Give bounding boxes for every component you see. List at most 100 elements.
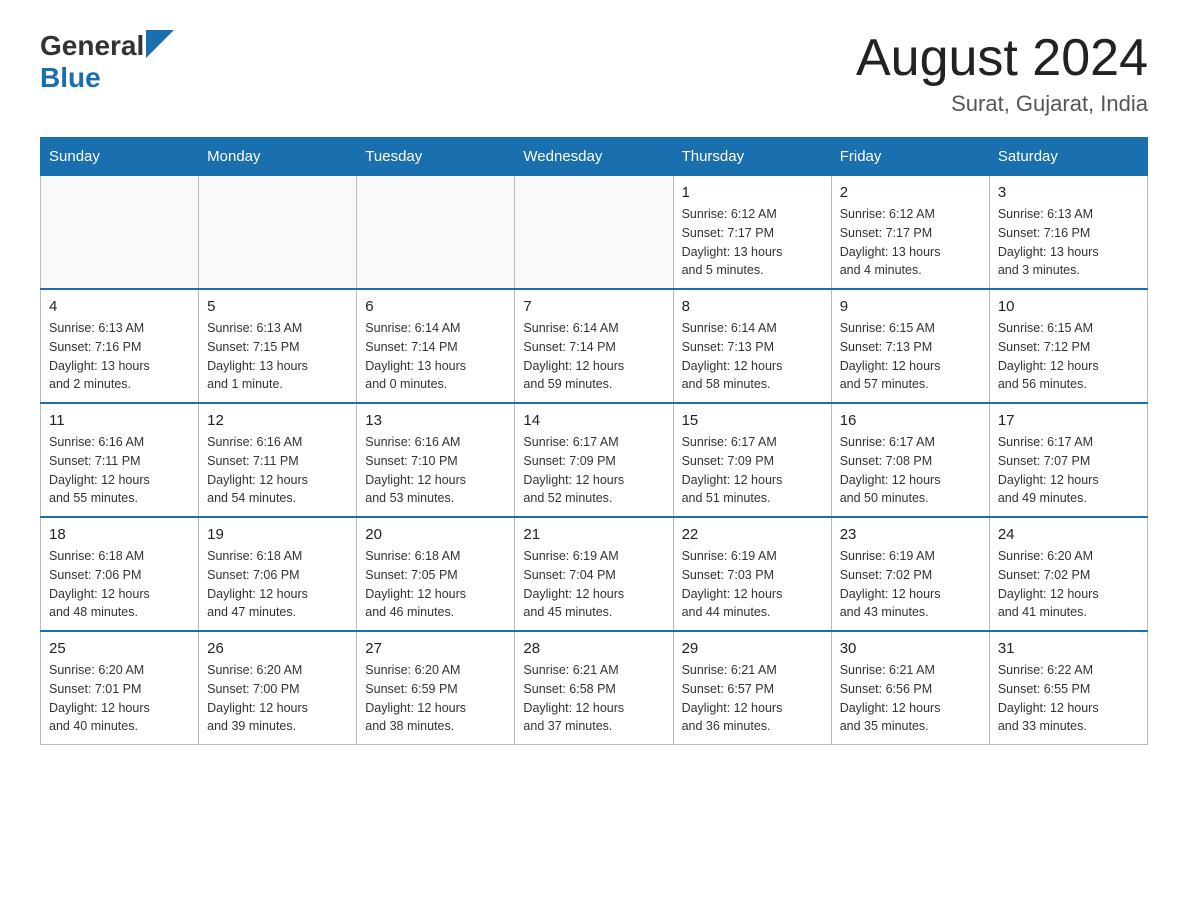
table-row: 9 Sunrise: 6:15 AMSunset: 7:13 PMDaylight… xyxy=(831,289,989,403)
day-number: 13 xyxy=(365,412,506,429)
table-row: 3 Sunrise: 6:13 AMSunset: 7:16 PMDaylight… xyxy=(989,176,1147,290)
day-info: Sunrise: 6:13 AMSunset: 7:15 PMDaylight:… xyxy=(207,319,348,394)
day-info: Sunrise: 6:17 AMSunset: 7:09 PMDaylight:… xyxy=(682,433,823,508)
calendar-week-row: 11Sunrise: 6:16 AMSunset: 7:11 PMDayligh… xyxy=(41,403,1148,517)
calendar-week-row: 25 Sunrise: 6:20 AMSunset: 7:01 PMDayligh… xyxy=(41,631,1148,745)
day-number: 31 xyxy=(998,640,1139,657)
day-info: Sunrise: 6:13 AMSunset: 7:16 PMDaylight:… xyxy=(49,319,190,394)
day-info: Sunrise: 6:15 AMSunset: 7:13 PMDaylight:… xyxy=(840,319,981,394)
day-number: 10 xyxy=(998,298,1139,315)
table-row xyxy=(199,176,357,290)
table-row: 12Sunrise: 6:16 AMSunset: 7:11 PMDayligh… xyxy=(199,403,357,517)
logo-general-text: General xyxy=(40,30,144,62)
header-thursday: Thursday xyxy=(673,138,831,176)
table-row: 1Sunrise: 6:12 AMSunset: 7:17 PMDaylight… xyxy=(673,176,831,290)
table-row: 7Sunrise: 6:14 AMSunset: 7:14 PMDaylight… xyxy=(515,289,673,403)
logo-triangle-icon xyxy=(146,30,174,58)
day-number: 21 xyxy=(523,526,664,543)
table-row: 6 Sunrise: 6:14 AMSunset: 7:14 PMDaylight… xyxy=(357,289,515,403)
day-info: Sunrise: 6:14 AMSunset: 7:13 PMDaylight:… xyxy=(682,319,823,394)
calendar-week-row: 4 Sunrise: 6:13 AMSunset: 7:16 PMDaylight… xyxy=(41,289,1148,403)
table-row: 14 Sunrise: 6:17 AMSunset: 7:09 PMDayligh… xyxy=(515,403,673,517)
day-info: Sunrise: 6:19 AMSunset: 7:03 PMDaylight:… xyxy=(682,547,823,622)
day-number: 6 xyxy=(365,298,506,315)
table-row xyxy=(357,176,515,290)
calendar-week-row: 1Sunrise: 6:12 AMSunset: 7:17 PMDaylight… xyxy=(41,176,1148,290)
header-sunday: Sunday xyxy=(41,138,199,176)
day-info: Sunrise: 6:14 AMSunset: 7:14 PMDaylight:… xyxy=(523,319,664,394)
day-info: Sunrise: 6:16 AMSunset: 7:11 PMDaylight:… xyxy=(49,433,190,508)
day-number: 2 xyxy=(840,184,981,201)
day-number: 4 xyxy=(49,298,190,315)
table-row: 4 Sunrise: 6:13 AMSunset: 7:16 PMDaylight… xyxy=(41,289,199,403)
day-number: 23 xyxy=(840,526,981,543)
table-row: 18Sunrise: 6:18 AMSunset: 7:06 PMDayligh… xyxy=(41,517,199,631)
day-info: Sunrise: 6:12 AMSunset: 7:17 PMDaylight:… xyxy=(840,205,981,280)
day-info: Sunrise: 6:14 AMSunset: 7:14 PMDaylight:… xyxy=(365,319,506,394)
day-number: 16 xyxy=(840,412,981,429)
table-row: 23 Sunrise: 6:19 AMSunset: 7:02 PMDayligh… xyxy=(831,517,989,631)
day-number: 27 xyxy=(365,640,506,657)
table-row: 20 Sunrise: 6:18 AMSunset: 7:05 PMDayligh… xyxy=(357,517,515,631)
day-info: Sunrise: 6:16 AMSunset: 7:10 PMDaylight:… xyxy=(365,433,506,508)
day-info: Sunrise: 6:20 AMSunset: 7:02 PMDaylight:… xyxy=(998,547,1139,622)
day-number: 29 xyxy=(682,640,823,657)
table-row: 15 Sunrise: 6:17 AMSunset: 7:09 PMDayligh… xyxy=(673,403,831,517)
day-info: Sunrise: 6:18 AMSunset: 7:06 PMDaylight:… xyxy=(207,547,348,622)
day-info: Sunrise: 6:18 AMSunset: 7:05 PMDaylight:… xyxy=(365,547,506,622)
header-wednesday: Wednesday xyxy=(515,138,673,176)
day-number: 17 xyxy=(998,412,1139,429)
table-row: 27 Sunrise: 6:20 AMSunset: 6:59 PMDayligh… xyxy=(357,631,515,745)
header-monday: Monday xyxy=(199,138,357,176)
day-info: Sunrise: 6:21 AMSunset: 6:56 PMDaylight:… xyxy=(840,661,981,736)
day-info: Sunrise: 6:21 AMSunset: 6:58 PMDaylight:… xyxy=(523,661,664,736)
day-number: 3 xyxy=(998,184,1139,201)
day-info: Sunrise: 6:20 AMSunset: 7:01 PMDaylight:… xyxy=(49,661,190,736)
day-info: Sunrise: 6:13 AMSunset: 7:16 PMDaylight:… xyxy=(998,205,1139,280)
table-row: 29 Sunrise: 6:21 AMSunset: 6:57 PMDayligh… xyxy=(673,631,831,745)
day-number: 9 xyxy=(840,298,981,315)
day-info: Sunrise: 6:17 AMSunset: 7:08 PMDaylight:… xyxy=(840,433,981,508)
table-row xyxy=(515,176,673,290)
table-row: 19Sunrise: 6:18 AMSunset: 7:06 PMDayligh… xyxy=(199,517,357,631)
table-row: 26Sunrise: 6:20 AMSunset: 7:00 PMDayligh… xyxy=(199,631,357,745)
day-info: Sunrise: 6:17 AMSunset: 7:09 PMDaylight:… xyxy=(523,433,664,508)
day-info: Sunrise: 6:15 AMSunset: 7:12 PMDaylight:… xyxy=(998,319,1139,394)
table-row: 2 Sunrise: 6:12 AMSunset: 7:17 PMDaylight… xyxy=(831,176,989,290)
table-row: 24Sunrise: 6:20 AMSunset: 7:02 PMDayligh… xyxy=(989,517,1147,631)
day-info: Sunrise: 6:20 AMSunset: 6:59 PMDaylight:… xyxy=(365,661,506,736)
page-header: General Blue August 2024 Surat, Gujarat,… xyxy=(40,30,1148,117)
day-info: Sunrise: 6:22 AMSunset: 6:55 PMDaylight:… xyxy=(998,661,1139,736)
table-row: 28Sunrise: 6:21 AMSunset: 6:58 PMDayligh… xyxy=(515,631,673,745)
day-number: 5 xyxy=(207,298,348,315)
table-row: 11Sunrise: 6:16 AMSunset: 7:11 PMDayligh… xyxy=(41,403,199,517)
day-number: 14 xyxy=(523,412,664,429)
day-number: 22 xyxy=(682,526,823,543)
table-row: 5 Sunrise: 6:13 AMSunset: 7:15 PMDaylight… xyxy=(199,289,357,403)
header-saturday: Saturday xyxy=(989,138,1147,176)
calendar-week-row: 18Sunrise: 6:18 AMSunset: 7:06 PMDayligh… xyxy=(41,517,1148,631)
weekday-header-row: Sunday Monday Tuesday Wednesday Thursday… xyxy=(41,138,1148,176)
table-row: 30Sunrise: 6:21 AMSunset: 6:56 PMDayligh… xyxy=(831,631,989,745)
day-number: 15 xyxy=(682,412,823,429)
location-subtitle: Surat, Gujarat, India xyxy=(856,91,1148,117)
month-year-title: August 2024 xyxy=(856,30,1148,87)
day-info: Sunrise: 6:19 AMSunset: 7:02 PMDaylight:… xyxy=(840,547,981,622)
header-friday: Friday xyxy=(831,138,989,176)
table-row: 16 Sunrise: 6:17 AMSunset: 7:08 PMDayligh… xyxy=(831,403,989,517)
logo: General Blue xyxy=(40,30,174,94)
day-info: Sunrise: 6:21 AMSunset: 6:57 PMDaylight:… xyxy=(682,661,823,736)
table-row: 22 Sunrise: 6:19 AMSunset: 7:03 PMDayligh… xyxy=(673,517,831,631)
table-row: 17Sunrise: 6:17 AMSunset: 7:07 PMDayligh… xyxy=(989,403,1147,517)
day-number: 20 xyxy=(365,526,506,543)
day-number: 8 xyxy=(682,298,823,315)
table-row: 21 Sunrise: 6:19 AMSunset: 7:04 PMDayligh… xyxy=(515,517,673,631)
calendar-table: Sunday Monday Tuesday Wednesday Thursday… xyxy=(40,137,1148,745)
table-row: 25 Sunrise: 6:20 AMSunset: 7:01 PMDayligh… xyxy=(41,631,199,745)
title-section: August 2024 Surat, Gujarat, India xyxy=(856,30,1148,117)
day-info: Sunrise: 6:19 AMSunset: 7:04 PMDaylight:… xyxy=(523,547,664,622)
table-row xyxy=(41,176,199,290)
day-info: Sunrise: 6:16 AMSunset: 7:11 PMDaylight:… xyxy=(207,433,348,508)
day-number: 25 xyxy=(49,640,190,657)
day-info: Sunrise: 6:18 AMSunset: 7:06 PMDaylight:… xyxy=(49,547,190,622)
